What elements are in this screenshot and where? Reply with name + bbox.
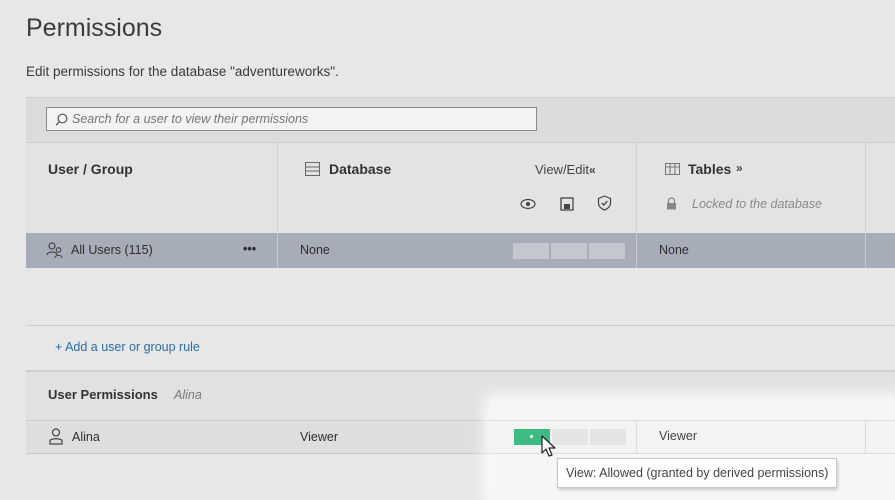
- eye-icon: [520, 198, 536, 210]
- capability-save-cell[interactable]: [551, 243, 587, 259]
- tables-column-header: Tables: [688, 161, 732, 177]
- cell-divider: [865, 420, 866, 454]
- view-edit-toggle[interactable]: View/Edit«: [535, 162, 596, 177]
- view-edit-label: View/Edit: [535, 162, 589, 177]
- selected-user-name: Alina: [174, 388, 202, 402]
- database-template-value[interactable]: None: [300, 243, 330, 257]
- rule-name: All Users (115): [71, 243, 153, 257]
- cell-divider: [636, 233, 637, 268]
- cell-divider: [865, 233, 866, 268]
- add-rule-link[interactable]: + Add a user or group rule: [55, 340, 200, 354]
- user-name: Alina: [72, 430, 100, 444]
- cell-divider: [636, 420, 637, 454]
- user-icon: [49, 428, 63, 445]
- permission-tooltip: View: Allowed (granted by derived permis…: [557, 458, 838, 488]
- more-options-icon[interactable]: •••: [243, 242, 256, 256]
- capability-view-cell[interactable]: [513, 243, 549, 259]
- divider: [26, 325, 895, 326]
- column-header-row: User / Group Database View/Edit« Tables …: [26, 142, 895, 234]
- database-column-header: Database: [329, 161, 392, 177]
- group-icon: [46, 242, 63, 259]
- rule-row-all-users[interactable]: All Users (115) ••• None None: [26, 233, 895, 268]
- database-icon: [305, 162, 320, 176]
- locked-to-database-note: Locked to the database: [692, 197, 822, 211]
- capability-certify-cell[interactable]: [589, 243, 625, 259]
- search-icon: [55, 113, 68, 126]
- database-role-value: Viewer: [300, 430, 338, 444]
- column-divider: [636, 143, 637, 234]
- certify-unspecified-cell[interactable]: [590, 429, 626, 445]
- table-icon: [665, 163, 680, 175]
- expand-chevrons-icon[interactable]: »: [736, 161, 743, 175]
- tables-template-value[interactable]: None: [659, 243, 689, 257]
- column-divider: [277, 143, 278, 234]
- lock-icon: [667, 197, 676, 210]
- column-divider: [865, 143, 866, 234]
- save-icon: [560, 197, 574, 211]
- user-group-header: User / Group: [48, 161, 133, 177]
- cell-divider: [277, 233, 278, 268]
- page-subtitle: Edit permissions for the database "adven…: [26, 64, 339, 79]
- search-input[interactable]: [72, 112, 512, 126]
- user-permissions-label: User Permissions: [48, 387, 158, 402]
- save-unspecified-cell[interactable]: [552, 429, 588, 445]
- search-box[interactable]: [46, 107, 537, 131]
- tables-role-value: Viewer: [659, 429, 697, 443]
- page-title: Permissions: [26, 14, 163, 42]
- search-band: [26, 97, 895, 142]
- collapse-chevrons-icon[interactable]: «: [589, 163, 596, 177]
- allowed-dot-icon: [530, 435, 533, 438]
- mouse-cursor-icon: [541, 435, 556, 457]
- shield-check-icon: [597, 195, 612, 211]
